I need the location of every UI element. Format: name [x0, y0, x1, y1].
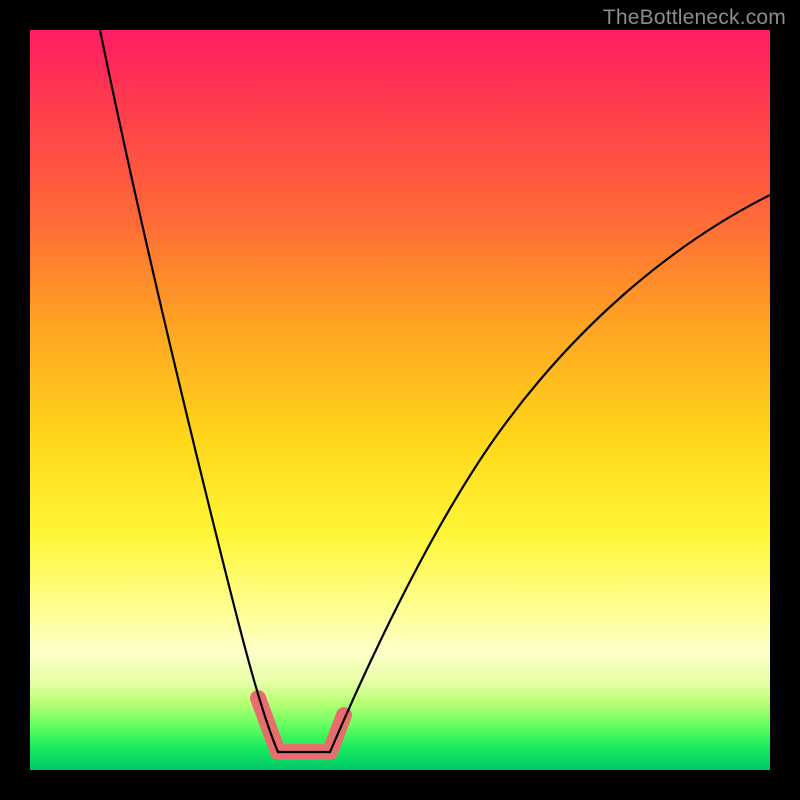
right-curve	[330, 195, 770, 752]
chart-frame: TheBottleneck.com	[0, 0, 800, 800]
plot-area	[30, 30, 770, 770]
watermark-text: TheBottleneck.com	[603, 6, 786, 30]
left-curve	[100, 30, 278, 752]
highlight-marker	[258, 698, 344, 752]
curves-svg	[30, 30, 770, 770]
